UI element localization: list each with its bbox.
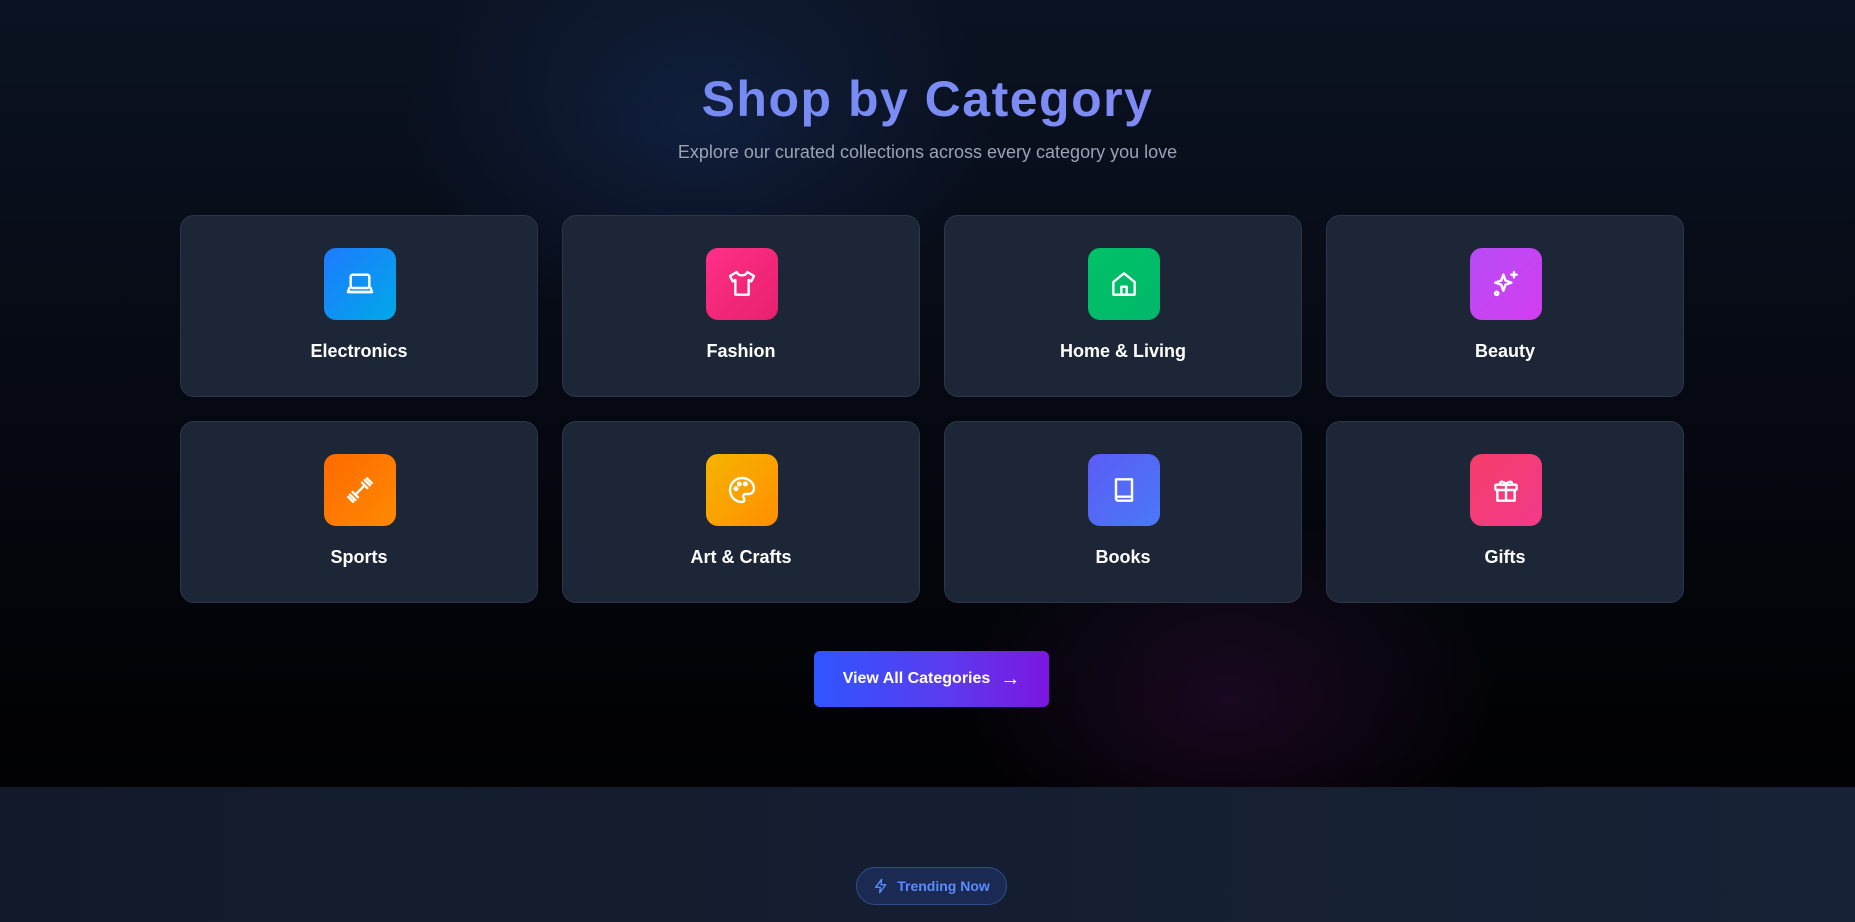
page-subtitle: Explore our curated collections across e… — [677, 142, 1178, 162]
dumbbell-icon — [324, 454, 396, 526]
page-title: Shop by Category — [0, 70, 1855, 128]
book-icon — [1088, 454, 1160, 526]
category-card-electronics[interactable]: Electronics — [180, 215, 538, 397]
sparkles-icon — [1470, 248, 1542, 320]
arrow-right-icon: → — [1000, 668, 1021, 690]
view-all-categories-button[interactable]: View All Categories → — [814, 651, 1049, 707]
categories-section: Shop by Category Explore our curated col… — [0, 0, 1855, 787]
gift-icon — [1470, 454, 1542, 526]
view-all-label: View All Categories — [842, 670, 991, 687]
shirt-icon — [706, 248, 778, 320]
category-card-beauty[interactable]: Beauty — [1326, 215, 1684, 397]
category-card-sports[interactable]: Sports — [180, 421, 538, 603]
category-label: Beauty — [1474, 341, 1536, 361]
category-label: Fashion — [706, 341, 776, 361]
category-label: Sports — [330, 547, 388, 567]
category-card-gifts[interactable]: Gifts — [1326, 421, 1684, 603]
trending-label: Trending Now — [897, 878, 990, 894]
category-card-fashion[interactable]: Fashion — [562, 215, 920, 397]
lightning-icon — [875, 878, 887, 894]
category-label: Art & Crafts — [690, 547, 792, 567]
home-icon — [1088, 248, 1160, 320]
category-card-books[interactable]: Books — [944, 421, 1302, 603]
category-label: Electronics — [310, 341, 408, 361]
trending-badge: Trending Now — [856, 867, 1007, 905]
palette-icon — [706, 454, 778, 526]
laptop-icon — [324, 248, 396, 320]
trending-section: Trending Now — [0, 787, 1855, 922]
category-label: Gifts — [1484, 547, 1526, 567]
category-label: Books — [1095, 547, 1151, 567]
category-card-home-living[interactable]: Home & Living — [944, 215, 1302, 397]
category-card-art-crafts[interactable]: Art & Crafts — [562, 421, 920, 603]
category-label: Home & Living — [1059, 341, 1186, 361]
